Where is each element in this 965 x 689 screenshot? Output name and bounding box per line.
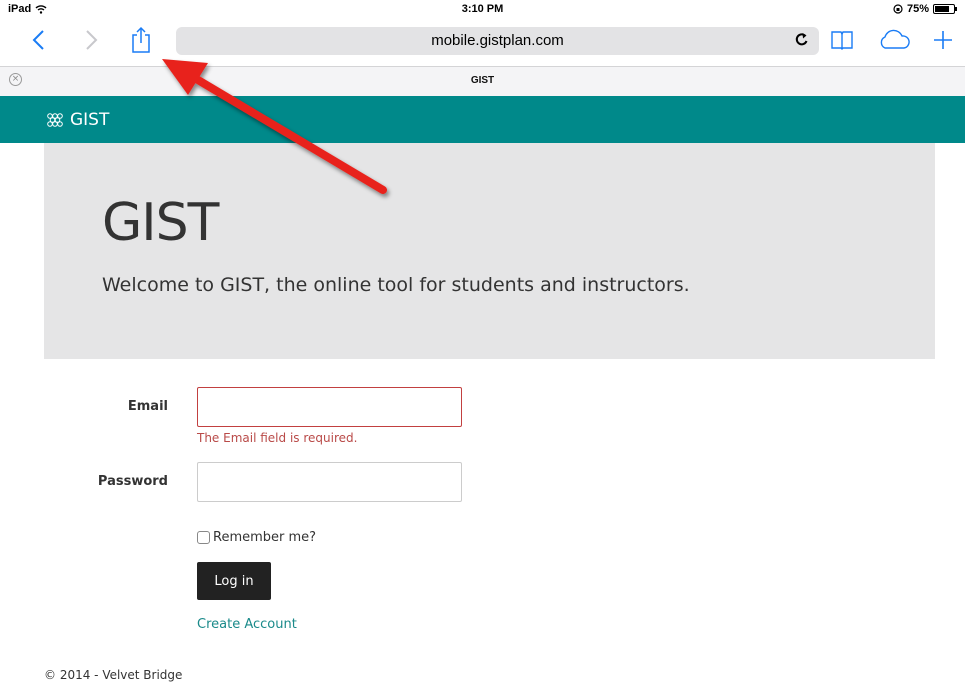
forward-button[interactable] (80, 24, 104, 56)
rotation-lock-icon (893, 4, 903, 14)
icloud-tabs-button[interactable] (877, 24, 911, 56)
status-time: 3:10 PM (461, 3, 504, 15)
hero-subtitle: Welcome to GIST, the online tool for stu… (102, 274, 690, 296)
brand-link[interactable]: GIST (46, 110, 109, 130)
battery-percent: 75% (906, 3, 929, 15)
hero-jumbotron: GIST Welcome to GIST, the online tool fo… (44, 143, 935, 359)
icloud-tabs-icon (880, 29, 910, 49)
bookmarks-icon (831, 31, 853, 50)
share-button[interactable] (129, 24, 153, 56)
bookmarks-button[interactable] (829, 24, 855, 56)
brand-text: GIST (70, 110, 110, 130)
back-icon (32, 30, 44, 50)
new-tab-icon (934, 31, 952, 49)
battery-fill (935, 6, 949, 12)
email-label: Email (127, 399, 168, 414)
footer-copyright: © 2014 - Velvet Bridge (44, 668, 183, 682)
remember-checkbox[interactable] (197, 531, 210, 544)
password-field[interactable] (197, 462, 462, 502)
address-bar[interactable]: mobile.gistplan.com (176, 27, 819, 55)
login-button[interactable]: Log in (197, 562, 271, 600)
status-right: 75% (893, 3, 957, 15)
browser-toolbar: mobile.gistplan.com (0, 20, 965, 62)
back-button[interactable] (26, 24, 50, 56)
password-label: Password (97, 474, 168, 489)
remember-label: Remember me? (213, 530, 317, 545)
tab-bar: × GIST (0, 66, 965, 96)
gist-logo-icon (47, 113, 63, 127)
reload-icon (795, 33, 808, 46)
tab-title[interactable]: GIST (0, 75, 965, 86)
new-tab-button[interactable] (932, 24, 954, 56)
url-text: mobile.gistplan.com (431, 32, 564, 49)
create-account-link[interactable]: Create Account (197, 617, 297, 632)
hero-title: GIST (102, 193, 219, 253)
email-error-message: The Email field is required. (197, 431, 358, 445)
forward-icon (86, 30, 98, 50)
status-bar: iPad 3:10 PM 75% (0, 0, 965, 20)
remember-me[interactable]: Remember me? (197, 530, 316, 545)
reload-button[interactable] (795, 31, 809, 51)
battery-icon (933, 4, 957, 14)
email-field[interactable] (197, 387, 462, 427)
site-navbar: GIST (0, 96, 965, 143)
share-icon (132, 26, 150, 53)
